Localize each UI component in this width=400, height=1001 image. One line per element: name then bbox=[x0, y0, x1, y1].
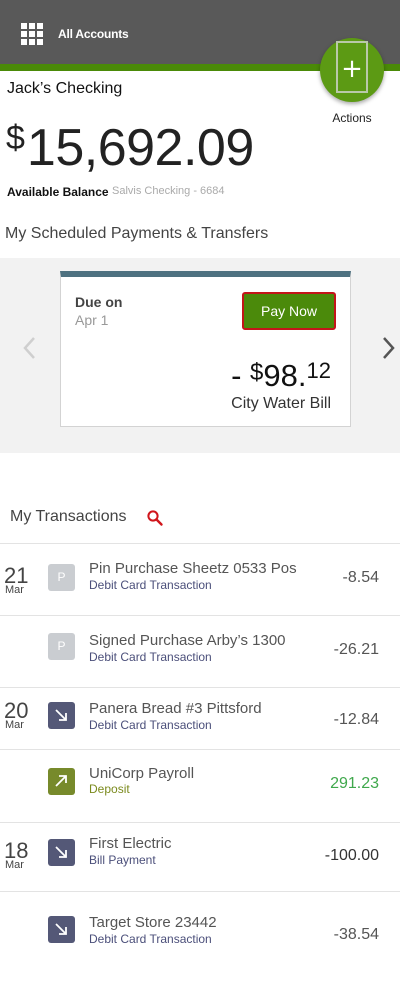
scheduled-payment-card[interactable]: Due on Apr 1 Pay Now - $98.12 City Water… bbox=[60, 271, 351, 427]
transaction-month: Mar bbox=[5, 859, 24, 871]
balance-amount: 15,692.09 bbox=[26, 119, 254, 177]
transaction-row[interactable]: P Signed Purchase Arby’s 1300 Debit Card… bbox=[0, 616, 400, 687]
transaction-type: Debit Card Transaction bbox=[89, 932, 212, 946]
transaction-type: Debit Card Transaction bbox=[89, 578, 212, 592]
all-accounts-link[interactable]: All Accounts bbox=[58, 27, 129, 41]
scheduled-payments-heading: My Scheduled Payments & Transfers bbox=[5, 225, 269, 242]
outgoing-arrow-icon bbox=[48, 702, 75, 729]
transaction-row[interactable]: 20 Mar Panera Bread #3 Pittsford Debit C… bbox=[0, 688, 400, 749]
transaction-row[interactable]: Target Store 23442 Debit Card Transactio… bbox=[0, 892, 400, 982]
transaction-amount: -8.54 bbox=[342, 569, 379, 586]
outgoing-arrow-icon bbox=[48, 839, 75, 866]
transaction-type: Deposit bbox=[89, 782, 130, 796]
purchase-badge-icon: P bbox=[48, 564, 75, 591]
incoming-arrow-icon bbox=[48, 768, 75, 795]
transaction-name: Target Store 23442 bbox=[89, 914, 217, 931]
balance-display: $15,692.09 bbox=[6, 118, 254, 178]
transaction-month: Mar bbox=[5, 584, 24, 596]
transaction-amount: -100.00 bbox=[324, 847, 379, 864]
transaction-amount: -38.54 bbox=[333, 926, 379, 943]
transaction-type: Bill Payment bbox=[89, 853, 156, 867]
transaction-month: Mar bbox=[5, 719, 24, 731]
available-balance-label: Available Balance bbox=[7, 185, 109, 199]
plus-icon: + bbox=[341, 54, 363, 84]
search-icon[interactable] bbox=[146, 509, 164, 527]
due-label: Due on bbox=[75, 294, 123, 310]
amount-cents: 12 bbox=[306, 358, 331, 383]
transaction-amount: -12.84 bbox=[333, 711, 379, 728]
amount-sign: - bbox=[231, 358, 251, 393]
transaction-amount: 291.23 bbox=[330, 775, 379, 792]
actions-fab-button[interactable]: + bbox=[320, 38, 384, 102]
transaction-type: Debit Card Transaction bbox=[89, 718, 212, 732]
chevron-left-icon[interactable] bbox=[20, 334, 40, 362]
purchase-badge-icon: P bbox=[48, 633, 75, 660]
payee-name: City Water Bill bbox=[231, 395, 331, 412]
amount-currency: $ bbox=[250, 359, 264, 386]
payment-amount: - $98.12 bbox=[231, 358, 331, 394]
chevron-right-icon[interactable] bbox=[378, 334, 398, 362]
actions-label: Actions bbox=[332, 111, 372, 125]
apps-grid-icon[interactable] bbox=[21, 23, 43, 45]
pay-now-button[interactable]: Pay Now bbox=[242, 292, 336, 330]
account-subtitle: Salvis Checking - 6684 bbox=[112, 185, 225, 197]
transaction-name: Pin Purchase Sheetz 0533 Pos bbox=[89, 560, 297, 577]
amount-dollars: 98. bbox=[263, 358, 307, 393]
transaction-row[interactable]: UniCorp Payroll Deposit 291.23 bbox=[0, 750, 400, 822]
transaction-row[interactable]: 21 Mar P Pin Purchase Sheetz 0533 Pos De… bbox=[0, 544, 400, 615]
transaction-amount: -26.21 bbox=[333, 641, 379, 658]
balance-currency: $ bbox=[6, 119, 25, 157]
outgoing-arrow-icon bbox=[48, 916, 75, 943]
due-date: Apr 1 bbox=[75, 312, 109, 328]
transaction-type: Debit Card Transaction bbox=[89, 650, 212, 664]
transaction-name: First Electric bbox=[89, 835, 172, 852]
account-name: Jack’s Checking bbox=[7, 80, 123, 97]
transactions-heading: My Transactions bbox=[10, 508, 127, 525]
transaction-name: UniCorp Payroll bbox=[89, 765, 195, 782]
transaction-row[interactable]: 18 Mar First Electric Bill Payment -100.… bbox=[0, 823, 400, 891]
transaction-name: Signed Purchase Arby’s 1300 bbox=[89, 632, 286, 649]
transaction-name: Panera Bread #3 Pittsford bbox=[89, 700, 262, 717]
